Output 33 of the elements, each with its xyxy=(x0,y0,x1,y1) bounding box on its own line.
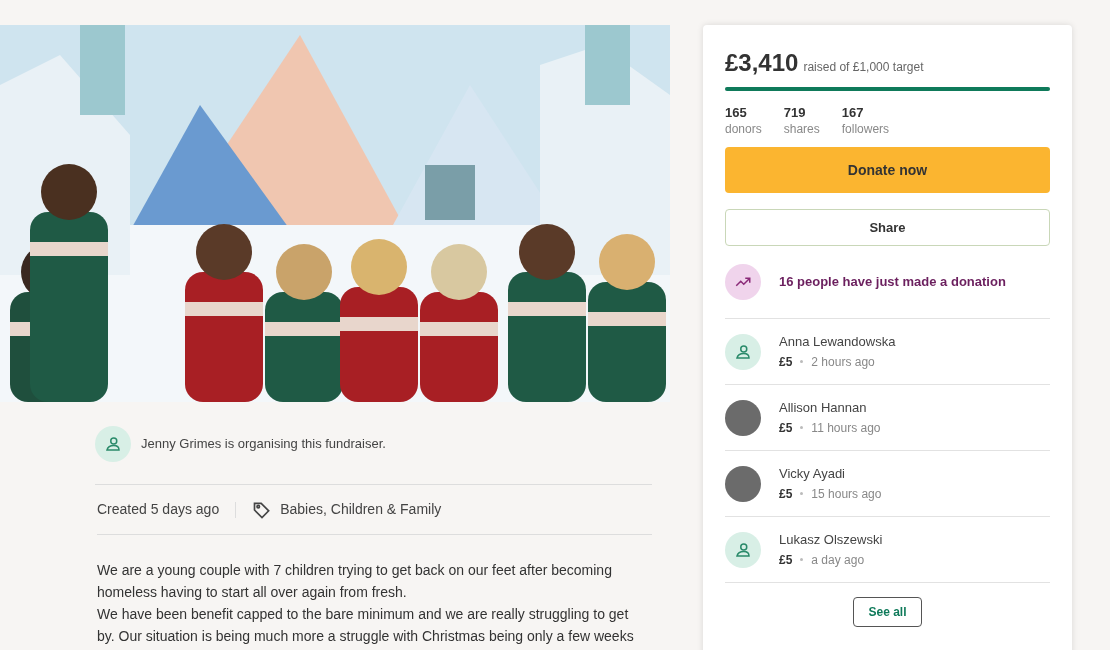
donation-amount: £5 xyxy=(779,551,793,569)
stat-value: 719 xyxy=(783,105,807,121)
person-icon xyxy=(95,426,131,462)
donation-amount: £5 xyxy=(779,419,793,437)
donation-time: 2 hours ago xyxy=(811,353,875,371)
donation-amount: £5 xyxy=(779,485,793,503)
share-button[interactable]: Share xyxy=(725,209,1050,246)
organiser-text: Jenny Grimes is organising this fundraiser. xyxy=(141,435,386,454)
donor-name: Vicky Ayadi xyxy=(779,464,846,483)
story-paragraph: We have been benefit capped to the bare minimum and we are really struggling to get by. Our situation is being much more a struggle with Christmas being only a few weeks xyxy=(97,605,635,646)
donor-name: Anna Lewandowska xyxy=(779,332,896,351)
donation-time: a day ago xyxy=(811,551,865,569)
stat-label: shares xyxy=(783,121,820,137)
story-paragraph: We are a young couple with 7 children trying to get back on our feet after becoming homeless having to start all over again from fresh. xyxy=(97,561,613,602)
target-text: raised of £1,000 target xyxy=(803,59,924,76)
stat-label: donors xyxy=(725,121,762,137)
stat-value: 167 xyxy=(841,105,865,121)
donation-time: 15 hours ago xyxy=(811,485,882,503)
donor-name: Lukasz Olszewski xyxy=(779,530,883,549)
donation-amount: £5 xyxy=(779,353,793,371)
donate-button[interactable]: Donate now xyxy=(725,147,1050,193)
created-date: Created 5 days ago xyxy=(97,500,220,519)
stat-value: 165 xyxy=(725,105,748,121)
category-link[interactable]: Babies, Children & Family xyxy=(280,499,442,520)
amount-raised: £3,410 xyxy=(725,48,799,78)
trending-text: 16 people have just made a donation xyxy=(779,273,1006,292)
stat-label: followers xyxy=(841,121,890,137)
donation-time: 11 hours ago xyxy=(811,419,881,437)
trending-icon xyxy=(725,264,761,300)
person-icon xyxy=(725,531,761,568)
donor-name: Allison Hannan xyxy=(779,398,868,417)
see-all-button[interactable]: See all xyxy=(853,597,922,627)
person-icon xyxy=(725,333,761,370)
